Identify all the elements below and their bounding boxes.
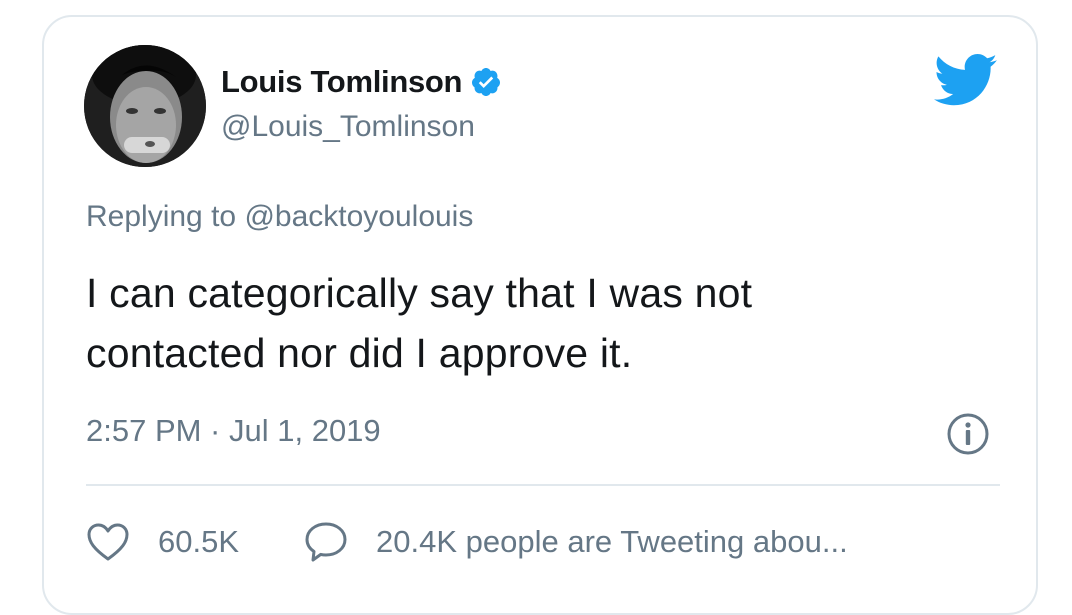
twitter-bird-icon[interactable] xyxy=(933,54,998,106)
author-name-row: Louis Tomlinson xyxy=(221,62,502,102)
author-display-name[interactable]: Louis Tomlinson xyxy=(221,64,462,100)
avatar-portrait-image xyxy=(84,45,206,167)
tweet-card[interactable]: Louis Tomlinson @Louis_Tomlinson Replyin… xyxy=(42,15,1038,615)
reply-handle-link[interactable]: @backtoyoulouis xyxy=(244,200,473,233)
avatar[interactable] xyxy=(84,45,206,167)
verified-badge-icon xyxy=(470,66,502,98)
like-count: 60.5K xyxy=(158,524,240,559)
speech-bubble-icon xyxy=(305,522,347,562)
author-handle[interactable]: @Louis_Tomlinson xyxy=(221,110,475,144)
info-icon[interactable] xyxy=(946,412,990,456)
conversation-button[interactable]: 20.4K people are Tweeting abou... xyxy=(304,521,848,563)
heart-icon xyxy=(87,523,129,561)
tweet-text-line: contacted nor did I approve it. xyxy=(86,330,633,376)
divider xyxy=(86,484,1000,486)
replying-to-line: Replying to @backtoyoulouis xyxy=(86,200,473,234)
tweet-text-line: I can categorically say that I was not xyxy=(86,270,753,316)
tweet-timestamp[interactable]: 2:57 PM · Jul 1, 2019 xyxy=(86,413,381,449)
tweet-actions: 60.5K 20.4K people are Tweeting abou... xyxy=(86,517,848,567)
like-button[interactable]: 60.5K xyxy=(86,522,239,562)
replying-to-label: Replying to xyxy=(86,200,245,233)
tweet-text: I can categorically say that I was not c… xyxy=(86,263,986,383)
conversation-count: 20.4K people are Tweeting abou... xyxy=(376,524,848,559)
